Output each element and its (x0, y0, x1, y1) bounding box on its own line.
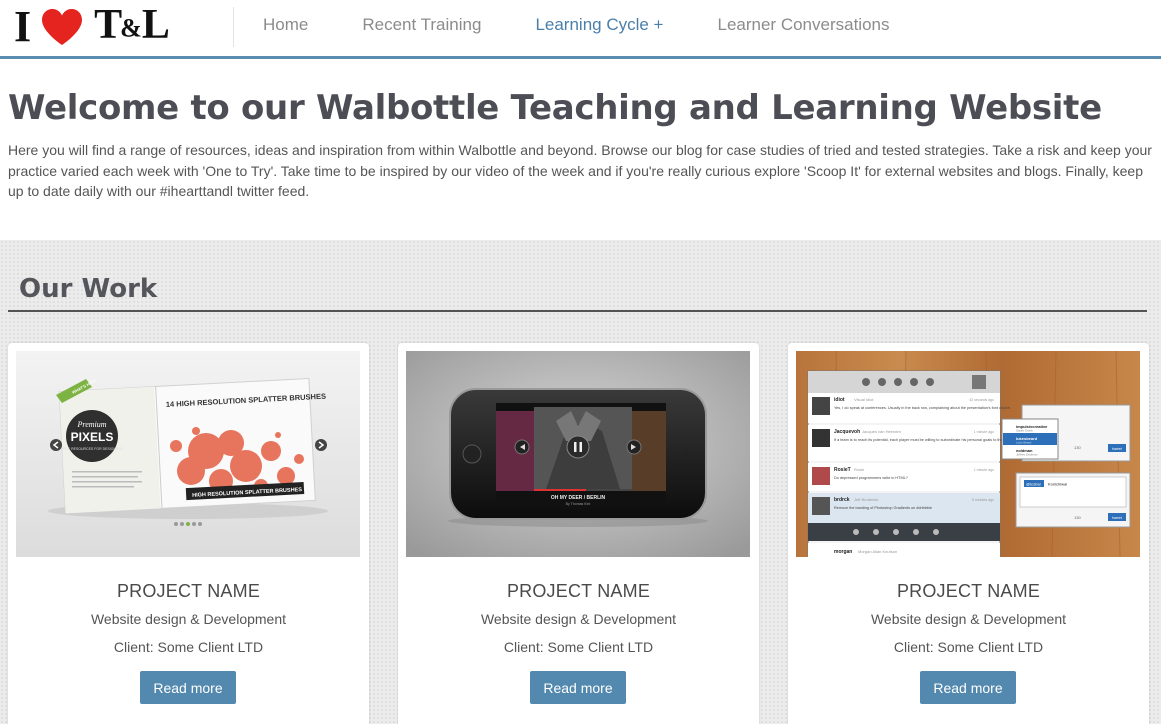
twitter-app-preview-image: idiot Visual Idiot 42 seconds ago Yes, I… (796, 351, 1140, 557)
section-rule (8, 310, 1147, 312)
nav-item-recent-training[interactable]: Recent Training (362, 15, 481, 35)
mention-suggestion-name: Luke Beard (1016, 441, 1032, 445)
compose-text: Konichiwa! (1048, 482, 1067, 487)
project-thumbnail-music-app[interactable]: OH MY DEER / BERLIN By Thomas Kint (406, 351, 750, 557)
project-description: Website design & Development (90, 611, 287, 627)
logo-letter-i: I (14, 2, 31, 51)
badge-main-text: PIXELS (71, 430, 114, 444)
main-nav: Home Recent Training Learning Cycle + Le… (263, 15, 943, 35)
badge-top-text: Premium (76, 420, 106, 429)
nav-divider (233, 7, 234, 47)
slider-prev-icon[interactable] (50, 439, 62, 451)
tweet-button: tweet (1112, 515, 1122, 520)
tweet-text: Remove the banding of Photoshop Gradient… (834, 506, 932, 510)
tweet-text: Do depressed programmers write in HTML? (834, 476, 908, 480)
project-name: PROJECT NAME (896, 581, 1041, 601)
logo-amp: & (120, 13, 142, 43)
project-client: Client: Some Client LTD (503, 639, 654, 655)
slider-next-icon[interactable] (315, 439, 327, 451)
brushes-preview-image: Premium PIXELS FREE RESOURCES FOR DESIGN… (16, 351, 360, 557)
tweet-time: 5 minutes ago (972, 498, 994, 502)
project-description: Website design & Development (480, 611, 677, 627)
mention-suggestion-name: Jeffrey Zeldman (1016, 453, 1038, 457)
music-app-preview-image: OH MY DEER / BERLIN By Thomas Kint (406, 351, 750, 557)
logo-l: L (141, 2, 170, 49)
logo-tl: T&L (94, 2, 170, 49)
read-more-button[interactable]: Read more (140, 671, 236, 704)
project-card: OH MY DEER / BERLIN By Thomas Kint PROJE… (398, 343, 759, 724)
mention-suggestion-name: Sarah Smith (1016, 429, 1033, 433)
project-client: Client: Some Client LTD (113, 639, 264, 655)
read-more-button[interactable]: Read more (920, 671, 1016, 704)
section-heading: Our Work (19, 274, 158, 304)
project-thumbnail-brushes[interactable]: Premium PIXELS FREE RESOURCES FOR DESIGN… (16, 351, 360, 557)
intro-section: Welcome to our Walbottle Teaching and Le… (0, 62, 1161, 240)
project-client: Client: Some Client LTD (893, 639, 1044, 655)
tweet-handle: Jacques van Heerden (862, 429, 901, 434)
site-header: I T&L Home Recent Training Learning Cycl… (0, 0, 1161, 59)
logo-t: T (94, 2, 122, 49)
our-work-section: Our Work Premium PIXELS FREE RESOURCES F… (0, 240, 1161, 724)
page-title: Welcome to our Walbottle Teaching and Le… (8, 88, 1102, 128)
tweet-handle: Jeff Broderick (854, 497, 878, 502)
intro-text: Here you will find a range of resources,… (8, 142, 1152, 199)
tweet-handle: Rosie (854, 467, 865, 472)
tweet-handle: Visual Idiot (854, 397, 874, 402)
site-logo[interactable]: I T&L (14, 2, 170, 51)
tweet-time: 42 seconds ago (969, 398, 994, 402)
project-name: PROJECT NAME (506, 581, 651, 601)
tweet-time: 1 minute ago (974, 430, 994, 434)
nav-item-learning-cycle[interactable]: Learning Cycle + (535, 15, 663, 35)
tweet-button: tweet (1112, 446, 1122, 451)
char-count: 130 (1074, 445, 1081, 450)
tweet-handle: Morgan Allan Knutson (858, 549, 897, 554)
project-description: Website design & Development (870, 611, 1067, 627)
nav-item-home[interactable]: Home (263, 15, 308, 35)
project-name: PROJECT NAME (116, 581, 261, 601)
pause-icon[interactable] (566, 435, 590, 459)
tweet-user: morgan (834, 549, 852, 555)
mention-tag: @lcobar (1026, 482, 1042, 487)
tweet-time: 1 minute ago (974, 468, 994, 472)
char-count: 130 (1074, 515, 1081, 520)
heart-icon (42, 9, 83, 45)
tweet-text: Yes, I do speak at conferences. Usually … (834, 406, 1011, 410)
track-title: OH MY DEER / BERLIN (551, 495, 606, 501)
nav-item-learner-conversations[interactable]: Learner Conversations (718, 15, 890, 35)
tweet-user: brdrck (834, 497, 850, 503)
track-artist: By Thomas Kint (566, 502, 591, 506)
tweet-user: RosieT (834, 467, 851, 473)
tweet-user: Jacquevoh (834, 429, 860, 435)
tweet-user: idiot (834, 397, 845, 403)
read-more-button[interactable]: Read more (530, 671, 626, 704)
project-thumbnail-twitter-app[interactable]: idiot Visual Idiot 42 seconds ago Yes, I… (796, 351, 1140, 557)
badge-sub-text: FREE RESOURCES FOR DESIGNERS (61, 447, 124, 451)
project-card: Premium PIXELS FREE RESOURCES FOR DESIGN… (8, 343, 369, 724)
project-card: idiot Visual Idiot 42 seconds ago Yes, I… (788, 343, 1149, 724)
